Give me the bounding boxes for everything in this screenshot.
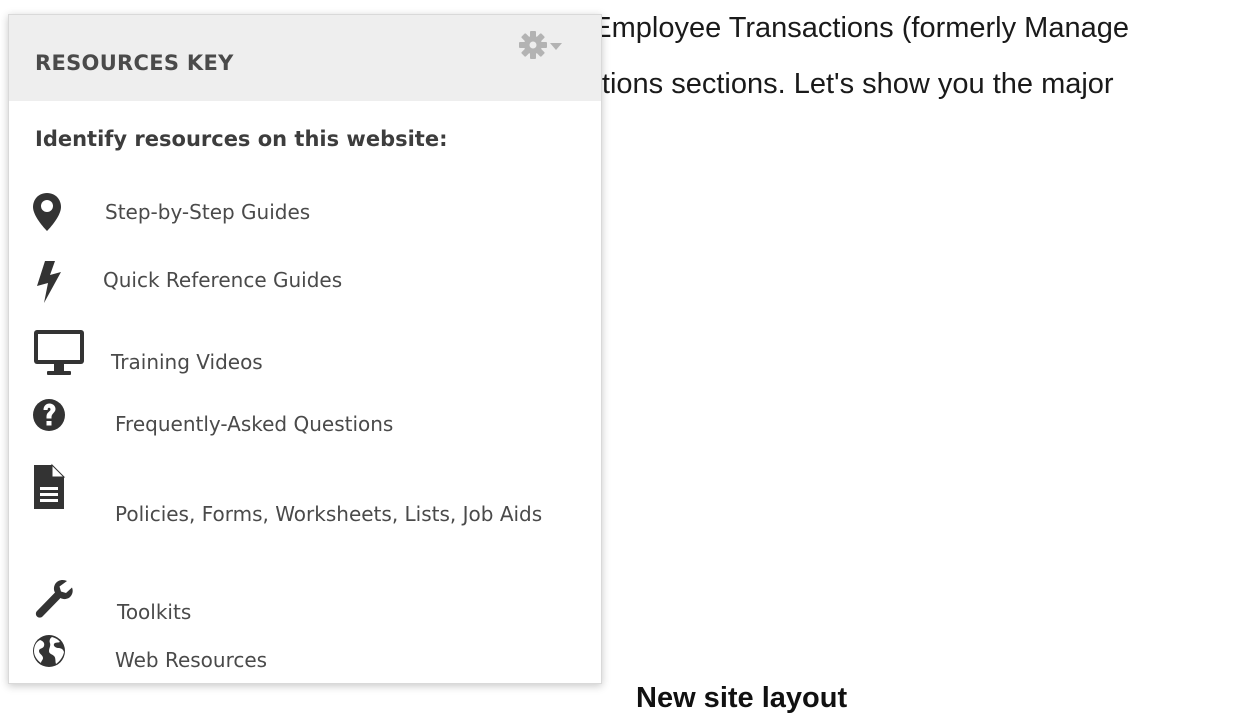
background-text-line-2: arations sections. Let's show you the ma…: [560, 68, 1114, 100]
resources-key-panel: RESOURCES KEY Identify resources on this…: [8, 14, 602, 684]
resource-item-label: Training Videos: [111, 350, 263, 374]
resource-item-quick-reference[interactable]: Quick Reference Guides: [9, 259, 599, 309]
resource-item-label: Frequently-Asked Questions: [115, 412, 394, 436]
resource-item-toolkits[interactable]: Toolkits: [9, 575, 599, 625]
panel-title: RESOURCES KEY: [35, 51, 234, 75]
chevron-down-icon: [550, 43, 562, 50]
document-icon: [31, 463, 75, 509]
gear-icon[interactable]: [517, 27, 565, 63]
resource-item-label: Step-by-Step Guides: [105, 200, 311, 224]
intro-text: Identify resources on this website:: [35, 127, 448, 151]
resource-item-faq[interactable]: Frequently-Asked Questions: [9, 395, 599, 449]
wrench-icon: [31, 575, 75, 621]
background-text-line-1: e, Employee Transactions (formerly Manag…: [560, 12, 1129, 44]
globe-icon: [31, 631, 75, 677]
resource-item-label: Policies, Forms, Worksheets, Lists, Job …: [115, 502, 543, 526]
resource-item-training-videos[interactable]: Training Videos: [9, 325, 599, 385]
resource-item-web-resources[interactable]: Web Resources: [9, 631, 599, 681]
map-marker-icon: [31, 191, 75, 237]
resource-item-policies[interactable]: Policies, Forms, Worksheets, Lists, Job …: [9, 463, 599, 563]
question-circle-icon: [31, 395, 75, 441]
section-heading: New site layout: [636, 682, 848, 714]
lightning-bolt-icon: [31, 259, 75, 305]
resource-item-label: Toolkits: [117, 600, 192, 624]
resource-item-label: Web Resources: [115, 648, 268, 672]
monitor-icon: [31, 327, 91, 379]
resource-item-label: Quick Reference Guides: [103, 268, 343, 292]
panel-header: RESOURCES KEY: [9, 15, 601, 101]
resource-item-step-by-step[interactable]: Step-by-Step Guides: [9, 191, 599, 241]
